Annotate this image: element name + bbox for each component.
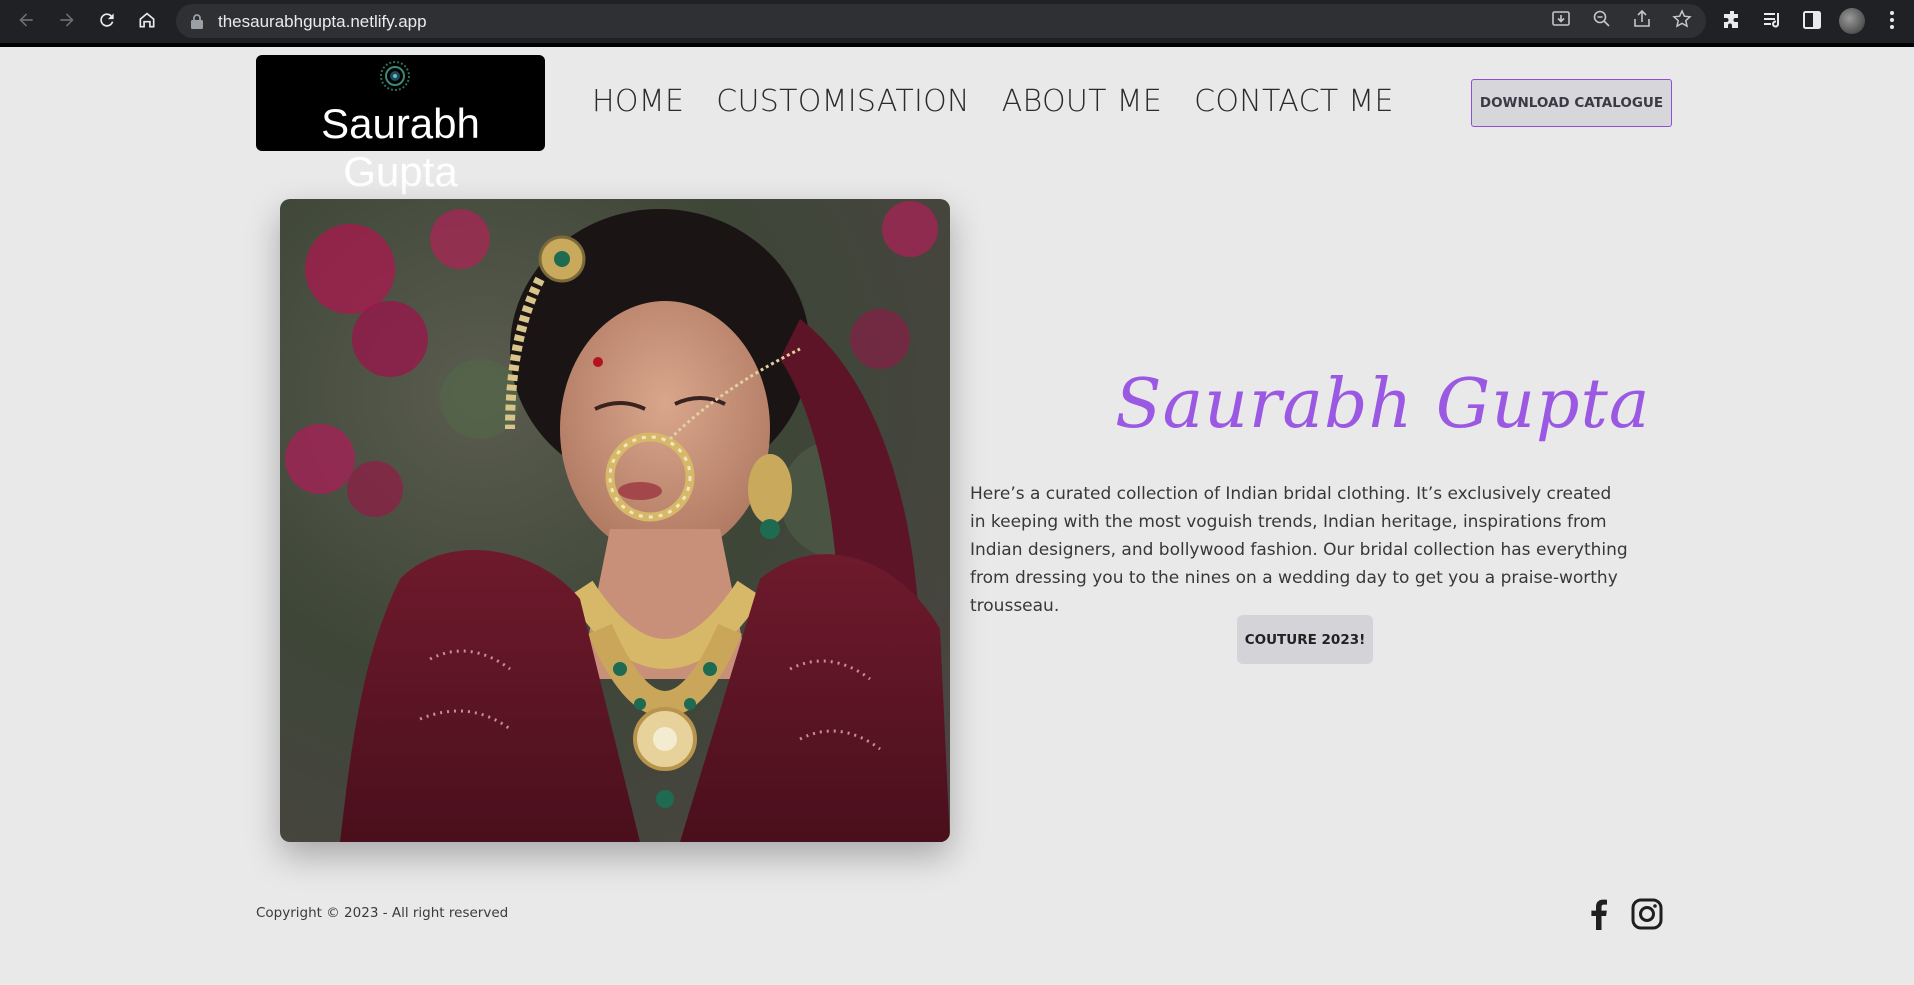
lock-icon[interactable]	[190, 13, 204, 29]
share-icon[interactable]	[1632, 9, 1652, 29]
logo-text: Saurabh Gupta	[321, 100, 480, 195]
main-nav: HOME CUSTOMISATION ABOUT ME CONTACT ME	[592, 84, 1394, 119]
back-icon[interactable]	[12, 6, 40, 34]
forward-icon[interactable]	[53, 6, 81, 34]
nav-contact-me[interactable]: CONTACT ME	[1194, 84, 1394, 119]
nav-home[interactable]: HOME	[592, 84, 684, 119]
facebook-icon[interactable]	[1582, 897, 1616, 931]
address-bar[interactable]: thesaurabhgupta.netlify.app	[176, 4, 1706, 38]
hero-description: Here’s a curated collection of Indian br…	[970, 484, 1628, 616]
nav-about-me[interactable]: ABOUT ME	[1002, 84, 1162, 119]
hero-title: Saurabh Gupta	[1115, 365, 1651, 444]
footer-copyright: Copyright © 2023 - All right reserved	[256, 905, 509, 921]
menu-icon[interactable]	[1881, 9, 1903, 31]
nav-customisation[interactable]: CUSTOMISATION	[716, 84, 970, 119]
couture-2023-button[interactable]: COUTURE 2023!	[1237, 615, 1373, 664]
url-text[interactable]: thesaurabhgupta.netlify.app	[218, 12, 427, 32]
reload-icon[interactable]	[93, 6, 121, 34]
reading-list-icon[interactable]	[1761, 9, 1783, 31]
extensions-icon[interactable]	[1721, 9, 1743, 31]
bride-photo	[280, 199, 950, 842]
instagram-icon[interactable]	[1630, 897, 1664, 931]
star-icon[interactable]	[1672, 9, 1692, 29]
logo-emblem-icon	[380, 61, 410, 91]
zoom-out-icon[interactable]	[1592, 9, 1612, 29]
download-catalogue-button[interactable]: DOWNLOAD CATALOGUE	[1471, 79, 1672, 127]
home-icon[interactable]	[133, 6, 161, 34]
profile-avatar[interactable]	[1839, 8, 1865, 34]
browser-toolbar-border	[0, 43, 1914, 47]
side-panel-icon[interactable]	[1801, 9, 1823, 31]
install-icon[interactable]	[1551, 9, 1571, 29]
